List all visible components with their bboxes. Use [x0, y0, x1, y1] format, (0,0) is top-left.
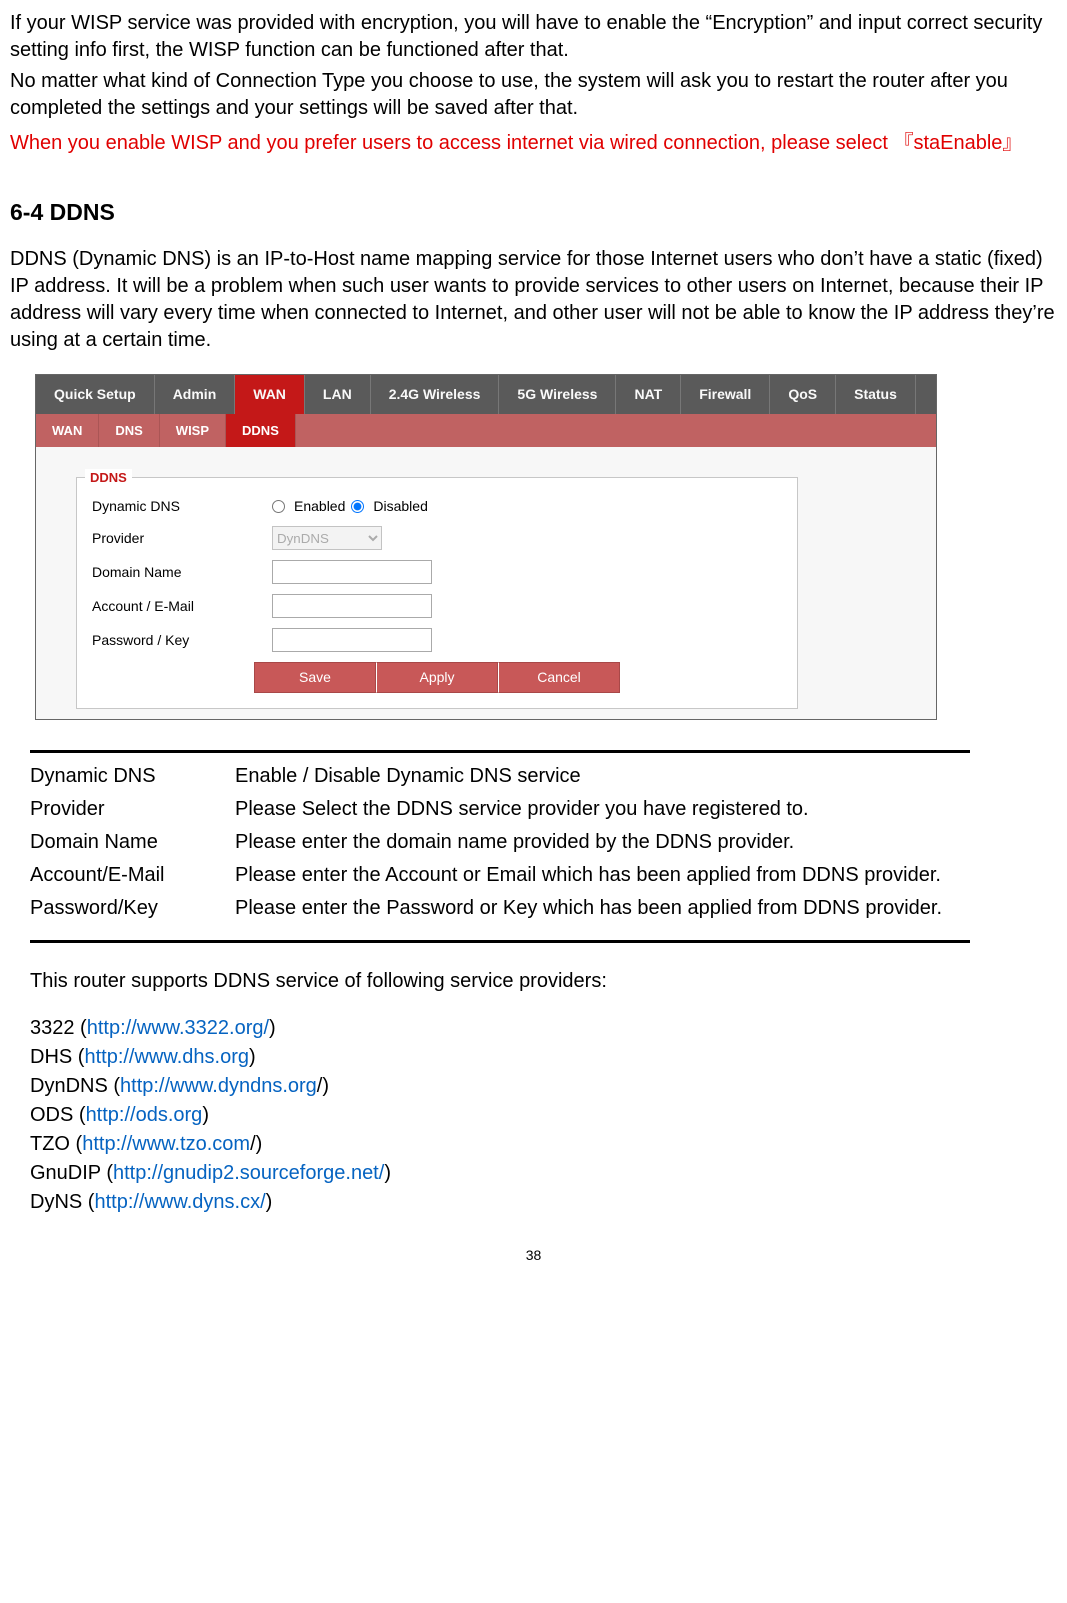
sub-tab-ddns[interactable]: DDNS: [226, 414, 296, 448]
enabled-text: Enabled: [294, 497, 345, 516]
definition-row: Domain NamePlease enter the domain name …: [30, 829, 970, 856]
enabled-radio[interactable]: [272, 500, 285, 513]
main-tab-wan[interactable]: WAN: [235, 375, 305, 414]
form-legend: DDNS: [85, 469, 132, 487]
definition-row: ProviderPlease Select the DDNS service p…: [30, 796, 970, 823]
account-label: Account / E-Mail: [92, 597, 272, 616]
providers-intro: This router supports DDNS service of fol…: [30, 968, 1057, 995]
sub-tab-bar: WANDNSWISPDDNS: [36, 414, 936, 448]
provider-item: DyNS (http://www.dyns.cx/): [30, 1189, 1057, 1216]
main-tab-nat[interactable]: NAT: [616, 375, 681, 414]
provider-link[interactable]: http://www.dyndns.org: [120, 1075, 317, 1097]
definitions-table: Dynamic DNSEnable / Disable Dynamic DNS …: [30, 750, 970, 943]
definition-desc: Please enter the Password or Key which h…: [235, 895, 970, 922]
provider-link[interactable]: http://ods.org: [86, 1104, 203, 1126]
password-label: Password / Key: [92, 631, 272, 650]
main-tab-2-4g-wireless[interactable]: 2.4G Wireless: [371, 375, 500, 414]
intro-paragraph-1: If your WISP service was provided with e…: [10, 10, 1057, 64]
main-tab-lan[interactable]: LAN: [305, 375, 371, 414]
disabled-text: Disabled: [373, 497, 427, 516]
provider-select[interactable]: DynDNS: [272, 526, 382, 550]
provider-item: 3322 (http://www.3322.org/): [30, 1015, 1057, 1042]
apply-button[interactable]: Apply: [376, 662, 498, 693]
provider-item: GnuDIP (http://gnudip2.sourceforge.net/): [30, 1160, 1057, 1187]
sub-tab-wan[interactable]: WAN: [36, 414, 99, 448]
definition-desc: Please enter the domain name provided by…: [235, 829, 970, 856]
main-tab-5g-wireless[interactable]: 5G Wireless: [499, 375, 616, 414]
provider-item: TZO (http://www.tzo.com/): [30, 1131, 1057, 1158]
definition-term: Password/Key: [30, 895, 235, 922]
page-number: 38: [10, 1246, 1057, 1265]
definition-row: Password/KeyPlease enter the Password or…: [30, 895, 970, 922]
provider-item: ODS (http://ods.org): [30, 1102, 1057, 1129]
sub-tab-dns[interactable]: DNS: [99, 414, 159, 448]
sub-tab-wisp[interactable]: WISP: [160, 414, 226, 448]
main-tab-quick-setup[interactable]: Quick Setup: [36, 375, 155, 414]
disabled-radio[interactable]: [351, 500, 364, 513]
dynamic-dns-label: Dynamic DNS: [92, 497, 272, 516]
account-input[interactable]: [272, 594, 432, 618]
provider-link[interactable]: http://gnudip2.sourceforge.net/: [113, 1162, 384, 1184]
ddns-form: DDNS Dynamic DNS Enabled Disabled Provid…: [76, 477, 798, 709]
main-tab-qos[interactable]: QoS: [770, 375, 836, 414]
provider-label: Provider: [92, 529, 272, 548]
router-ui-screenshot: Quick SetupAdminWANLAN2.4G Wireless5G Wi…: [35, 374, 937, 720]
ddns-description: DDNS (Dynamic DNS) is an IP-to-Host name…: [10, 246, 1057, 354]
main-tab-bar: Quick SetupAdminWANLAN2.4G Wireless5G Wi…: [36, 375, 936, 414]
intro-warning: When you enable WISP and you prefer user…: [10, 130, 1057, 157]
definition-row: Dynamic DNSEnable / Disable Dynamic DNS …: [30, 763, 970, 790]
main-tab-firewall[interactable]: Firewall: [681, 375, 770, 414]
definition-row: Account/E-MailPlease enter the Account o…: [30, 862, 970, 889]
main-tab-admin[interactable]: Admin: [155, 375, 236, 414]
intro-paragraph-2: No matter what kind of Connection Type y…: [10, 68, 1057, 122]
definition-desc: Please enter the Account or Email which …: [235, 862, 970, 889]
provider-item: DynDNS (http://www.dyndns.org/): [30, 1073, 1057, 1100]
password-input[interactable]: [272, 628, 432, 652]
definition-term: Domain Name: [30, 829, 235, 856]
save-button[interactable]: Save: [254, 662, 376, 693]
domain-name-label: Domain Name: [92, 563, 272, 582]
definition-desc: Enable / Disable Dynamic DNS service: [235, 763, 970, 790]
definition-term: Dynamic DNS: [30, 763, 235, 790]
main-tab-status[interactable]: Status: [836, 375, 916, 414]
provider-link[interactable]: http://www.dhs.org: [84, 1046, 249, 1068]
provider-link[interactable]: http://www.tzo.com: [82, 1133, 250, 1155]
domain-name-input[interactable]: [272, 560, 432, 584]
section-heading: 6-4 DDNS: [10, 197, 1057, 228]
definition-desc: Please Select the DDNS service provider …: [235, 796, 970, 823]
cancel-button[interactable]: Cancel: [498, 662, 620, 693]
form-panel: DDNS Dynamic DNS Enabled Disabled Provid…: [36, 447, 936, 719]
provider-link[interactable]: http://www.3322.org/: [87, 1017, 269, 1039]
definition-term: Provider: [30, 796, 235, 823]
provider-item: DHS (http://www.dhs.org): [30, 1044, 1057, 1071]
provider-link[interactable]: http://www.dyns.cx/: [94, 1191, 265, 1213]
providers-list: 3322 (http://www.3322.org/)DHS (http://w…: [30, 1015, 1057, 1216]
definition-term: Account/E-Mail: [30, 862, 235, 889]
